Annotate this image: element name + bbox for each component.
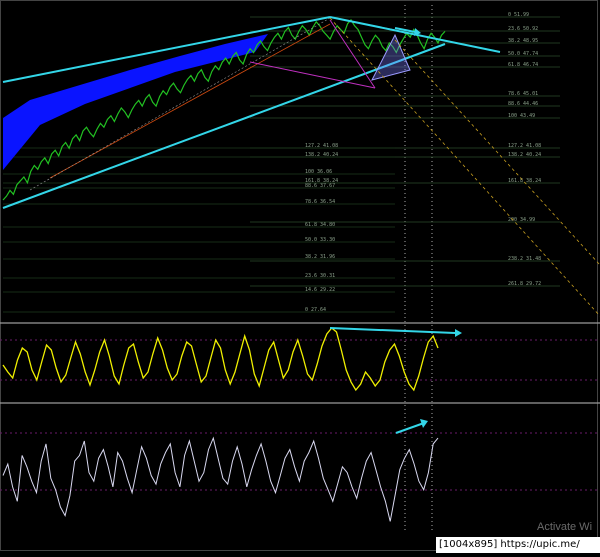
fib-level-label: 0 27.64 xyxy=(305,307,326,313)
fib-level-label: 23.6 50.92 xyxy=(508,26,538,32)
fib-level-label: 100 43.49 xyxy=(508,113,535,119)
fib-level-label: 88.6 37.67 xyxy=(305,183,335,189)
fib-level-label: 138.2 40.24 xyxy=(305,152,338,158)
fib-level-label: 23.6 30.31 xyxy=(305,273,335,279)
fib-level-label: 88.6 44.46 xyxy=(508,101,538,107)
fib-level-label: 14.6 29.22 xyxy=(305,287,335,293)
fib-level-label: 38.2 31.96 xyxy=(305,254,335,260)
fib-level-label: 238.2 31.48 xyxy=(508,256,541,262)
chart-canvas: 0 51.99 23.6 50.92 38.2 48.95 50.0 47.74 61.… xyxy=(0,0,600,553)
fib-level-label: 127.2 41.08 xyxy=(305,143,338,149)
fib-level-label: 78.6 45.01 xyxy=(508,91,538,97)
fib-level-label: 161.8 38.24 xyxy=(508,178,541,184)
fib-level-label: 61.8 34.80 xyxy=(305,222,335,228)
fib-level-label: 100 36.06 xyxy=(305,169,332,175)
fib-level-label: 200 34.99 xyxy=(508,217,535,223)
fib-level-label: 61.8 46.74 xyxy=(508,62,538,68)
windows-watermark: Activate Wi xyxy=(537,521,593,533)
fib-level-label: 78.6 36.54 xyxy=(305,199,335,205)
chart-screenshot: 0 51.99 23.6 50.92 38.2 48.95 50.0 47.74 61.… xyxy=(0,0,600,553)
fib-level-label: 261.8 29.72 xyxy=(508,281,541,287)
image-footer: [1004x895] https://upic.me/ xyxy=(436,537,600,553)
fib-level-label: 50.0 33.30 xyxy=(305,237,335,243)
fib-level-label: 0 51.99 xyxy=(508,12,529,18)
fib-level-label: 138.2 40.24 xyxy=(508,152,541,158)
fib-level-label: 38.2 48.95 xyxy=(508,38,538,44)
fib-level-label: 127.2 41.08 xyxy=(508,143,541,149)
fib-level-label: 50.0 47.74 xyxy=(508,51,538,57)
